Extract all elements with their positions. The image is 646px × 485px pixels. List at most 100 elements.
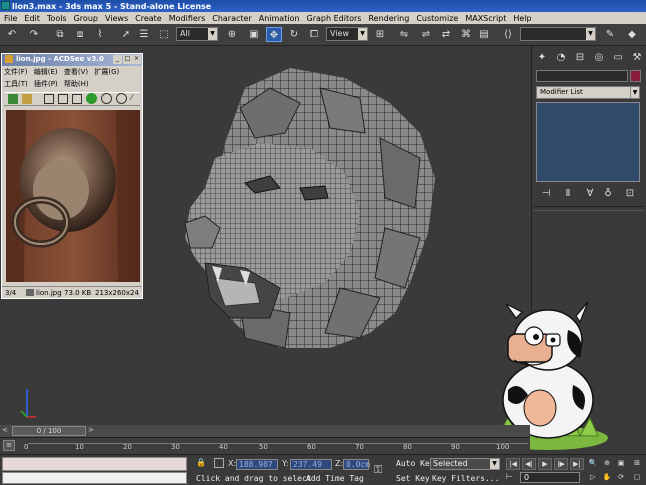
render-icon[interactable]: ◆: [624, 27, 640, 42]
window-crossing-icon[interactable]: ▣: [246, 27, 262, 42]
lock-selection-icon[interactable]: 🔒: [196, 458, 206, 467]
menu-help[interactable]: Help: [513, 14, 531, 23]
menu-graph-editors[interactable]: Graph Editors: [307, 14, 362, 23]
undo-icon[interactable]: ↶: [4, 27, 20, 42]
browse-icon[interactable]: [8, 94, 18, 104]
bind-space-warp-icon[interactable]: ⌇: [92, 27, 108, 42]
modifier-list-dropdown[interactable]: Modifier List ▼: [536, 86, 640, 99]
unlink-icon[interactable]: ⧈: [72, 27, 88, 42]
menu-create[interactable]: Create: [135, 14, 162, 23]
time-slider[interactable]: 0 / 100 < >: [0, 425, 530, 437]
menu-tools[interactable]: Tools: [47, 14, 67, 23]
slider-left-icon[interactable]: <: [2, 426, 8, 434]
menu-maxscript[interactable]: MAXScript: [465, 14, 506, 23]
menu-character[interactable]: Character: [212, 14, 252, 23]
curve-editor-icon[interactable]: ✎: [602, 27, 618, 42]
select-scale-icon[interactable]: ⧠: [306, 27, 322, 42]
ref-coord-dropdown[interactable]: View ▼: [326, 27, 368, 41]
configure-sets-icon[interactable]: ⊡: [622, 186, 638, 201]
play-icon[interactable]: ▶: [538, 458, 552, 470]
zoom-in-icon[interactable]: [116, 93, 127, 104]
display-tab-icon[interactable]: ▭: [610, 50, 626, 65]
z-coordinate-field[interactable]: 0.0cm: [343, 459, 370, 470]
go-to-end-icon[interactable]: ▶|: [570, 458, 584, 470]
menu-group[interactable]: Group: [74, 14, 98, 23]
maxscript-output-field[interactable]: [2, 472, 187, 484]
current-frame-field[interactable]: 0: [520, 472, 580, 483]
track-bar[interactable]: ≡ 0 10 20 30 40 50 60 70 80 90 100: [0, 437, 530, 454]
pivot-center-icon[interactable]: ⊞: [372, 27, 388, 42]
select-by-name-icon[interactable]: ☰: [136, 27, 152, 42]
redo-icon[interactable]: ↷: [26, 27, 42, 42]
pan-icon[interactable]: ✋: [600, 472, 614, 484]
absolute-mode-icon[interactable]: [214, 458, 224, 468]
maximize-icon[interactable]: □: [123, 55, 132, 64]
menu-customize[interactable]: Customize: [416, 14, 458, 23]
next-icon[interactable]: [58, 94, 68, 104]
arc-rotate-icon[interactable]: ⟳: [614, 472, 628, 484]
modify-tab-icon[interactable]: ◔: [553, 50, 569, 65]
close-icon[interactable]: ×: [132, 55, 141, 64]
acdsee-menu-extend[interactable]: 扩展(G): [94, 68, 119, 76]
key-icon[interactable]: ⚿: [374, 463, 382, 477]
make-unique-icon[interactable]: ∀: [582, 186, 598, 201]
normal-align-icon[interactable]: ⇄: [438, 27, 454, 42]
snap-icon[interactable]: ⌘: [458, 27, 474, 42]
pin-stack-icon[interactable]: ⊣: [538, 186, 554, 201]
select-rotate-icon[interactable]: ↻: [286, 27, 302, 42]
key-filters-button[interactable]: Key Filters...: [432, 474, 499, 483]
acdsee-menu-file[interactable]: 文件(F): [4, 68, 28, 76]
mirror-icon[interactable]: ⇋: [396, 27, 412, 42]
show-end-result-icon[interactable]: Ⅱ: [560, 186, 576, 201]
next-frame-icon[interactable]: |▶: [554, 458, 568, 470]
y-coordinate-field[interactable]: 237.49: [290, 459, 332, 470]
acdsee-menu-plugins[interactable]: 插件(P): [34, 80, 58, 88]
field-of-view-icon[interactable]: ▷: [586, 472, 600, 484]
acdsee-menu-tools[interactable]: 工具(T): [4, 80, 28, 88]
angle-snap-icon[interactable]: ⟨⟩: [500, 27, 516, 42]
select-move-icon[interactable]: ✥: [266, 27, 282, 42]
select-manipulate-icon[interactable]: ⊕: [224, 27, 240, 42]
object-color-swatch[interactable]: [630, 70, 641, 82]
zoom-icon[interactable]: 🔍: [586, 458, 600, 470]
hierarchy-tab-icon[interactable]: ⊟: [572, 50, 588, 65]
folder-icon[interactable]: [22, 94, 32, 104]
go-to-start-icon[interactable]: |◀: [506, 458, 520, 470]
key-mode-dropdown[interactable]: Selected ▼: [430, 458, 500, 470]
mini-curve-editor-icon[interactable]: ≡: [3, 440, 15, 451]
rotate-icon[interactable]: [86, 93, 97, 104]
add-time-tag-button[interactable]: Add Time Tag: [306, 474, 364, 483]
previous-icon[interactable]: [44, 94, 54, 104]
align-icon[interactable]: ⇌: [418, 27, 434, 42]
zoom-out-icon[interactable]: [101, 93, 112, 104]
menu-views[interactable]: Views: [105, 14, 128, 23]
menu-file[interactable]: File: [4, 14, 17, 23]
remove-modifier-icon[interactable]: ♁: [600, 186, 616, 201]
x-coordinate-field[interactable]: 188.987: [236, 459, 278, 470]
more-icon[interactable]: ⁄: [131, 93, 138, 104]
percent-snap-icon[interactable]: ▤: [476, 27, 492, 42]
motion-tab-icon[interactable]: ◎: [591, 50, 607, 65]
object-name-field[interactable]: [536, 70, 628, 82]
key-mode-toggle-icon[interactable]: ⊢: [506, 472, 516, 483]
previous-frame-icon[interactable]: ◀|: [522, 458, 536, 470]
menu-edit[interactable]: Edit: [24, 14, 40, 23]
named-selection-dropdown[interactable]: ▼: [520, 27, 596, 41]
menu-animation[interactable]: Animation: [259, 14, 300, 23]
set-key-button[interactable]: Set Key: [396, 474, 430, 483]
acdsee-menu-view[interactable]: 查看(V): [64, 68, 88, 76]
menu-modifiers[interactable]: Modifiers: [169, 14, 206, 23]
modifier-stack[interactable]: [536, 102, 640, 182]
zoom-extents-all-icon[interactable]: ⊞: [630, 458, 644, 470]
slider-right-icon[interactable]: >: [88, 426, 94, 434]
select-link-icon[interactable]: ⧉: [52, 27, 68, 42]
maxscript-listener-field[interactable]: [2, 457, 187, 471]
menu-rendering[interactable]: Rendering: [368, 14, 409, 23]
utilities-tab-icon[interactable]: ⚒: [629, 50, 645, 65]
zoom-extents-icon[interactable]: ▣: [614, 458, 628, 470]
acdsee-window[interactable]: lion.jpg - ACDSee v3.0 _ □ × 文件(F) 编辑(E)…: [1, 53, 143, 299]
fullscreen-icon[interactable]: [72, 94, 82, 104]
minimize-icon[interactable]: _: [113, 55, 122, 64]
region-select-icon[interactable]: ⬚: [156, 27, 172, 42]
maximize-viewport-icon[interactable]: ▢: [630, 472, 644, 484]
